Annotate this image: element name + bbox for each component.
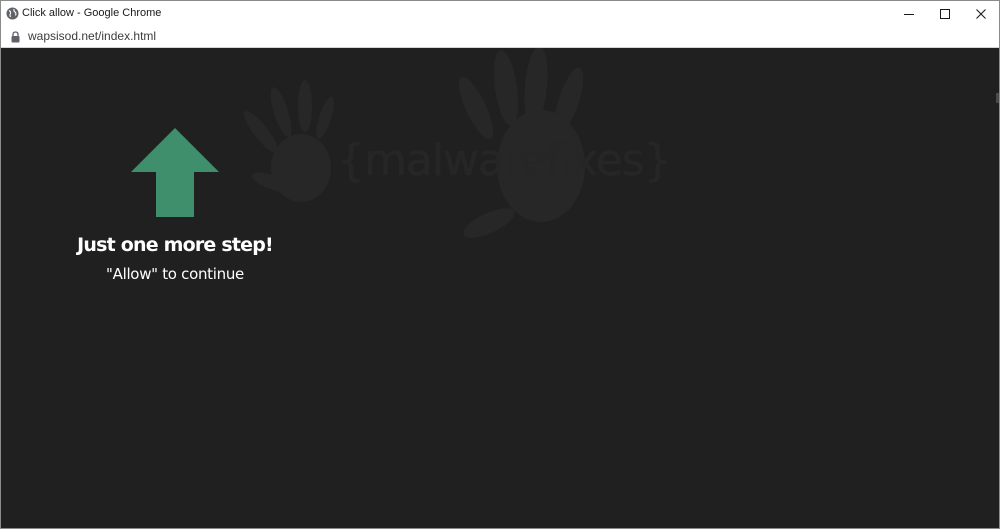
scrollbar-marker[interactable]	[996, 93, 999, 103]
minimize-icon	[904, 9, 914, 19]
close-button[interactable]	[963, 1, 999, 26]
close-icon	[976, 8, 986, 19]
page-content: {malwarefixes} Just one more step! "Allo…	[1, 48, 999, 528]
maximize-icon	[940, 8, 950, 19]
url-text[interactable]: wapsisod.net/index.html	[28, 29, 156, 43]
subline: "Allow" to continue	[106, 265, 244, 283]
browser-window: Click allow - Google Chrome wapsisod.net…	[0, 0, 1000, 529]
up-arrow-icon	[130, 128, 220, 218]
minimize-button[interactable]	[891, 1, 927, 26]
watermark-logo: {malwarefixes}	[231, 48, 672, 248]
lock-icon[interactable]	[11, 30, 20, 43]
address-bar[interactable]: wapsisod.net/index.html	[1, 26, 999, 48]
watermark-text: {malwarefixes}	[337, 135, 672, 186]
title-bar[interactable]: Click allow - Google Chrome	[1, 1, 999, 26]
globe-icon	[6, 7, 19, 20]
window-title: Click allow - Google Chrome	[22, 7, 162, 19]
maximize-button[interactable]	[927, 1, 963, 26]
headline: Just one more step!	[77, 234, 274, 256]
